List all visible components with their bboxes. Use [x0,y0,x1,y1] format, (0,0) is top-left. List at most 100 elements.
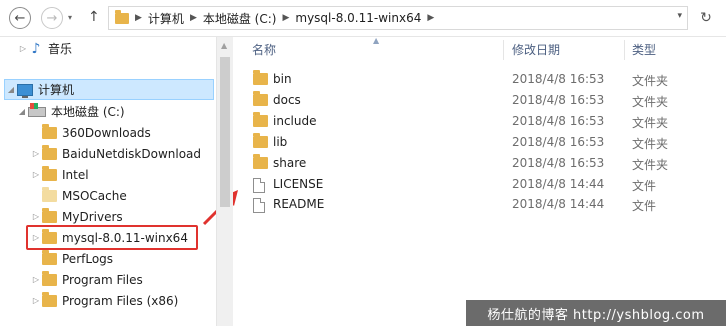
tree-item-folder[interactable]: PerfLogs [30,248,113,269]
forward-button[interactable]: → [41,7,63,29]
folder-icon [42,144,57,160]
folder-icon [115,9,129,24]
file-type: 文件 [632,179,657,193]
up-arrow-icon[interactable]: ↑ [88,9,100,25]
file-type: 文件夹 [632,137,669,151]
expand-icon[interactable]: ▷ [30,149,42,158]
file-date: 2018/4/8 16:53 [512,135,605,149]
expand-icon[interactable]: ▷ [30,212,42,221]
tree-item-label: Program Files (x86) [62,293,179,308]
file-type: 文件夹 [632,158,669,172]
table-row[interactable]: include 2018/4/8 16:53 文件夹 [233,111,726,132]
file-date: 2018/4/8 16:53 [512,72,605,86]
tree-item-drive[interactable]: ◢ 本地磁盘 (C:) [16,101,125,122]
tree-item-music[interactable]: ▷ ♪ 音乐 [17,38,72,59]
address-bar[interactable]: ▶ 计算机 ▶ 本地磁盘 (C:) ▶ mysql-8.0.11-winx64 … [108,6,688,30]
sort-ascending-icon: ▲ [373,36,380,45]
chevron-right-icon[interactable]: ▶ [190,13,197,23]
refresh-button[interactable]: ↻ [694,7,718,29]
tree-item-folder[interactable]: ▷ BaiduNetdiskDownload [30,143,201,164]
file-name: LICENSE [273,177,324,191]
file-date: 2018/4/8 14:44 [512,177,605,191]
folder-icon [42,186,57,202]
scrollbar-thumb[interactable] [220,57,230,207]
highlight-box [26,225,198,250]
table-row[interactable]: share 2018/4/8 16:53 文件夹 [233,153,726,174]
tree-item-label: 本地磁盘 (C:) [51,105,125,119]
tree-item-label: 计算机 [38,83,75,97]
collapse-icon[interactable]: ◢ [5,85,17,94]
back-button[interactable]: ← [9,7,31,29]
forward-arrow-icon: → [46,10,58,26]
tree-item-label: Intel [62,167,89,182]
folder-icon [42,165,57,181]
tree-item-folder[interactable]: 360Downloads [30,122,151,143]
tree-item-label: MSOCache [62,188,127,203]
breadcrumb-mysql[interactable]: mysql-8.0.11-winx64 [295,11,421,25]
column-header-label: 名称 [252,42,277,57]
back-arrow-icon: ← [14,10,26,26]
folder-icon [253,133,268,148]
expand-icon[interactable]: ▷ [30,275,42,284]
chevron-right-icon[interactable]: ▶ [135,13,142,23]
breadcrumb-drive[interactable]: 本地磁盘 (C:) [203,10,277,27]
computer-icon [17,83,33,98]
refresh-icon: ↻ [700,10,712,26]
music-icon: ♪ [31,40,41,57]
folder-icon [253,112,268,127]
file-name: README [273,197,325,211]
folder-icon [42,123,57,139]
tree-item-label: MyDrivers [62,209,123,224]
file-name: include [273,114,317,128]
table-row[interactable]: bin 2018/4/8 16:53 文件夹 [233,69,726,90]
column-header-type[interactable]: 类型 [632,37,712,61]
tree-item-label: 音乐 [48,42,73,56]
folder-icon [42,207,57,223]
tree-item-folder[interactable]: MSOCache [30,185,127,206]
folder-icon [253,70,268,85]
column-header-modified[interactable]: 修改日期 [512,37,622,61]
file-list: 名称 ▲ 修改日期 类型 bin 2018/4/8 16:53 文件夹 docs… [233,36,726,326]
tree-item-folder[interactable]: ▷ Intel [30,164,89,185]
file-date: 2018/4/8 16:53 [512,114,605,128]
collapse-icon[interactable]: ◢ [16,107,28,116]
column-header-label: 修改日期 [512,42,561,57]
tree-scrollbar[interactable]: ▲ [216,37,233,326]
navigation-tree: ▷ ♪ 音乐 ◢ 计算机 ◢ 本地磁盘 (C:) 360Downloads ▷ … [0,37,216,326]
tree-item-folder[interactable]: ▷ Program Files [30,269,143,290]
folder-icon [253,154,268,169]
table-row[interactable]: LICENSE 2018/4/8 14:44 文件 [233,174,726,195]
expand-icon[interactable]: ▷ [30,170,42,179]
breadcrumb-computer[interactable]: 计算机 [148,10,184,27]
file-date: 2018/4/8 14:44 [512,197,605,211]
tree-item-folder[interactable]: ▷ MyDrivers [30,206,123,227]
chevron-right-icon[interactable]: ▶ [427,13,434,23]
table-row[interactable]: docs 2018/4/8 16:53 文件夹 [233,90,726,111]
expand-icon[interactable]: ▷ [17,44,29,53]
table-row[interactable]: README 2018/4/8 14:44 文件 [233,194,726,215]
file-icon [253,198,265,213]
table-row[interactable]: lib 2018/4/8 16:53 文件夹 [233,132,726,153]
scroll-up-icon[interactable]: ▲ [221,41,227,50]
chevron-down-icon[interactable]: ▾ [677,11,682,21]
expand-icon[interactable]: ▷ [30,296,42,305]
chevron-right-icon[interactable]: ▶ [282,13,289,23]
file-type: 文件夹 [632,116,669,130]
tree-item-computer[interactable]: ◢ 计算机 [4,79,214,100]
column-divider[interactable] [624,40,625,60]
file-name: bin [273,72,292,86]
file-date: 2018/4/8 16:53 [512,93,605,107]
column-header-name[interactable]: 名称 [252,37,492,61]
drive-icon [28,102,46,117]
file-type: 文件夹 [632,95,669,109]
file-name: docs [273,93,301,107]
recent-locations-dropdown[interactable]: ▾ [68,13,72,22]
tree-item-label: Program Files [62,272,143,287]
navigation-bar: ← → ▾ ↑ ▶ 计算机 ▶ 本地磁盘 (C:) ▶ mysql-8.0.11… [0,0,726,37]
column-divider[interactable] [503,40,504,60]
tree-item-label: PerfLogs [62,251,114,266]
folder-icon [42,270,57,286]
watermark: 杨仕航的博客 http://yshblog.com [466,300,726,326]
file-name: share [273,156,307,170]
tree-item-folder[interactable]: ▷ Program Files (x86) [30,290,178,311]
